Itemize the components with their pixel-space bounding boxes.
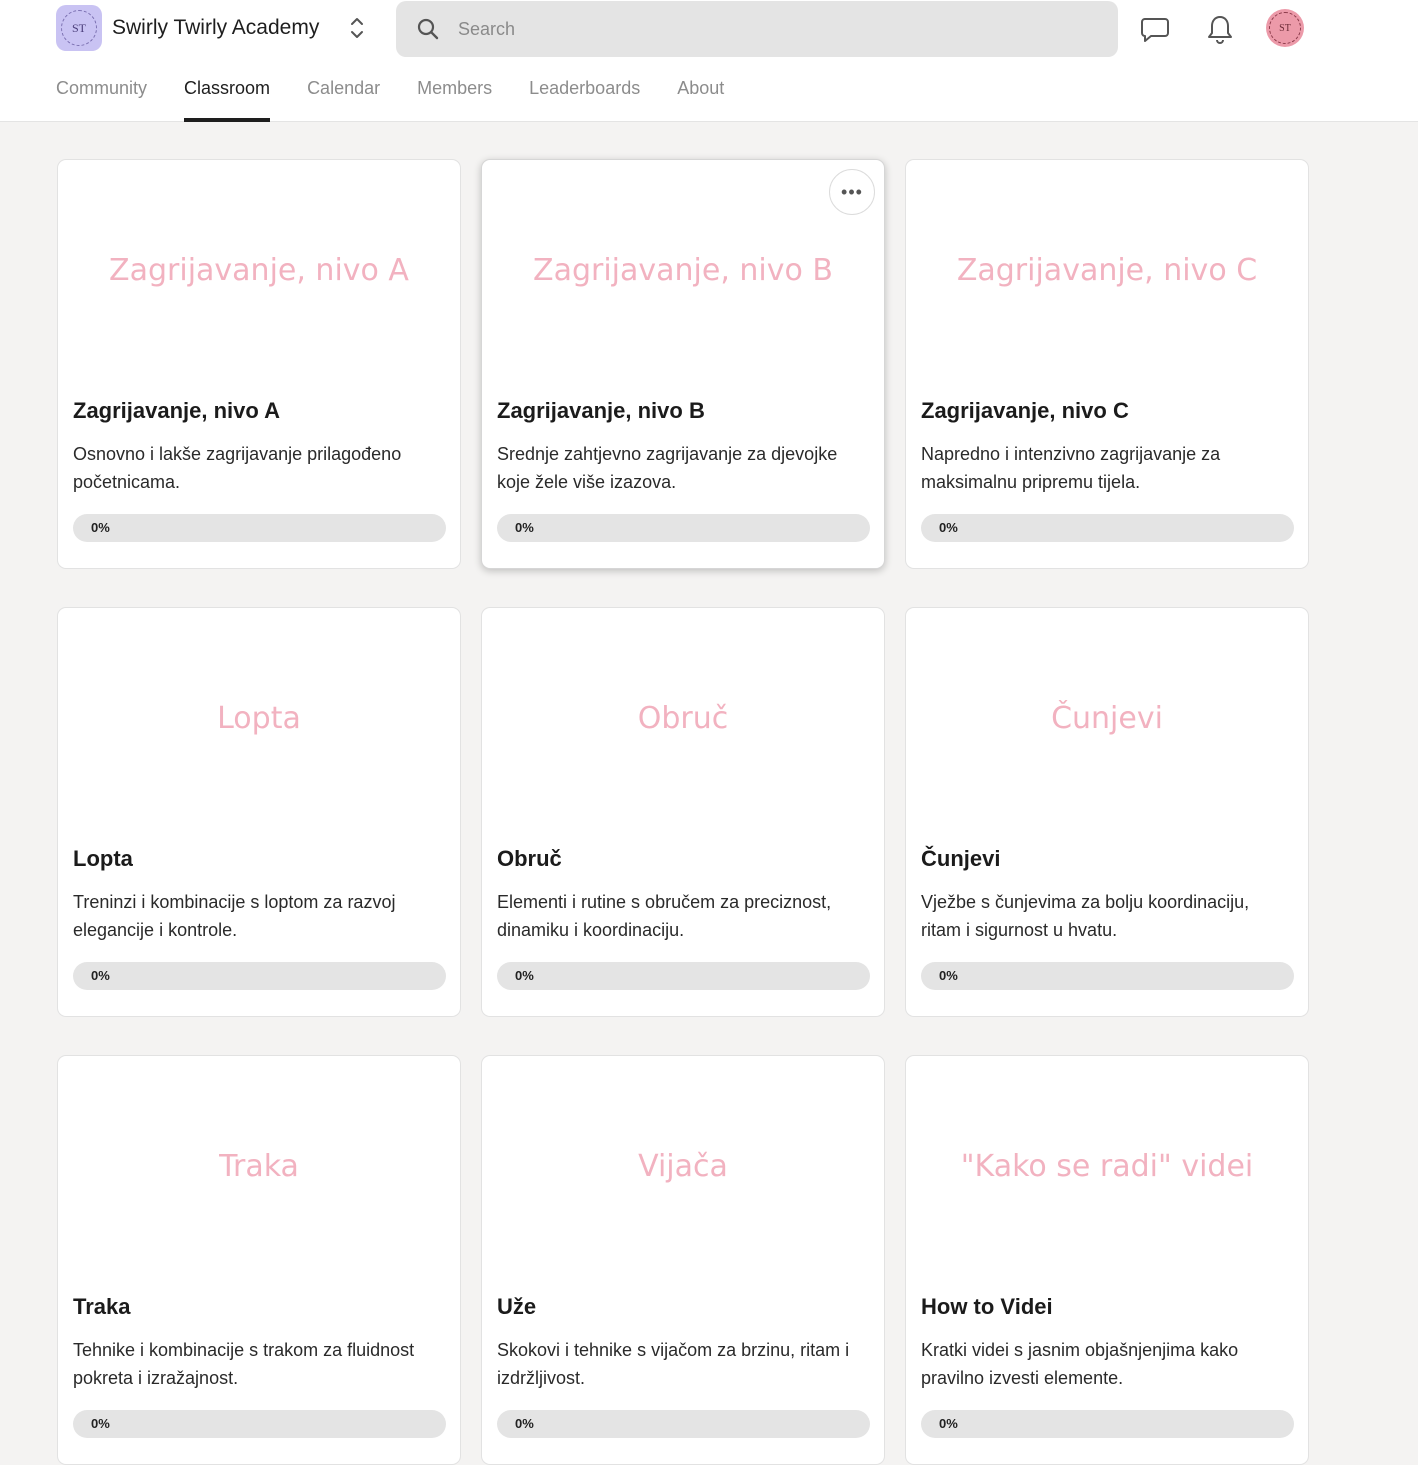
search-bar[interactable]	[396, 1, 1118, 57]
course-description: Vježbe s čunjevima za bolju koordinaciju…	[921, 892, 1250, 940]
avatar-monogram: ST	[1269, 12, 1301, 44]
more-options-icon[interactable]: •••	[829, 169, 875, 215]
course-title: Zagrijavanje, nivo B	[497, 398, 705, 423]
progress-label: 0%	[91, 968, 110, 983]
course-title: Uže	[497, 1294, 537, 1319]
course-card[interactable]: Zagrijavanje, nivo A Zagrijavanje, nivo …	[57, 159, 461, 569]
avatar[interactable]: ST	[1266, 9, 1304, 47]
progress-bar: 0%	[497, 514, 870, 542]
progress-bar: 0%	[73, 962, 446, 990]
progress-bar: 0%	[921, 962, 1294, 990]
progress-label: 0%	[91, 520, 110, 535]
community-name[interactable]: Swirly Twirly Academy	[112, 16, 319, 40]
course-description: Kratki videi s jasnim objašnjenjima kako…	[921, 1340, 1239, 1388]
progress-bar: 0%	[921, 1410, 1294, 1438]
progress-label: 0%	[515, 1416, 534, 1431]
course-cover: Zagrijavanje, nivo B	[533, 252, 833, 288]
progress-label: 0%	[91, 1416, 110, 1431]
progress-label: 0%	[939, 520, 958, 535]
progress-label: 0%	[939, 968, 958, 983]
course-cover: Lopta	[217, 700, 301, 736]
tab-members[interactable]: Members	[417, 74, 492, 122]
course-card[interactable]: Traka Traka Tehnike i kombinacije s trak…	[57, 1055, 461, 1465]
course-description: Srednje zahtjevno zagrijavanje za djevoj…	[497, 444, 838, 492]
progress-label: 0%	[939, 1416, 958, 1431]
course-description: Tehnike i kombinacije s trakom za fluidn…	[73, 1340, 415, 1388]
course-cover: Zagrijavanje, nivo C	[956, 252, 1258, 288]
progress-label: 0%	[515, 520, 534, 535]
brand-switcher[interactable]: ST Swirly Twirly Academy	[56, 5, 365, 51]
progress-bar: 0%	[497, 962, 870, 990]
tab-calendar[interactable]: Calendar	[307, 74, 380, 122]
course-card[interactable]: Čunjevi Čunjevi Vježbe s čunjevima za bo…	[905, 607, 1309, 1017]
progress-bar: 0%	[73, 1410, 446, 1438]
progress-bar: 0%	[73, 514, 446, 542]
bell-icon[interactable]	[1205, 14, 1235, 44]
course-card[interactable]: Obruč Obruč Elementi i rutine s obručem …	[481, 607, 885, 1017]
course-title: Traka	[73, 1294, 131, 1319]
course-cover: Obruč	[637, 700, 729, 736]
chat-icon[interactable]	[1140, 14, 1170, 44]
course-description: Elementi i rutine s obručem za preciznos…	[497, 892, 832, 940]
course-cover: Vijača	[638, 1148, 728, 1184]
course-description: Skokovi i tehnike s vijačom za brzinu, r…	[497, 1340, 850, 1388]
course-title: Zagrijavanje, nivo C	[921, 398, 1129, 423]
tab-community[interactable]: Community	[56, 74, 147, 122]
logo-monogram: ST	[61, 10, 97, 46]
nav-tabs: Community Classroom Calendar Members Lea…	[56, 74, 761, 122]
course-cover: Čunjevi	[1051, 700, 1163, 736]
search-icon	[417, 18, 439, 40]
course-title: Obruč	[497, 846, 562, 871]
course-description: Osnovno i lakše zagrijavanje prilagođeno…	[73, 444, 402, 492]
course-cover: Zagrijavanje, nivo A	[109, 252, 409, 288]
course-title: Čunjevi	[921, 846, 1001, 871]
search-input[interactable]	[458, 18, 1058, 40]
course-title: Lopta	[73, 846, 133, 871]
tab-leaderboards[interactable]: Leaderboards	[529, 74, 640, 122]
progress-label: 0%	[515, 968, 534, 983]
course-title: How to Videi	[921, 1294, 1053, 1319]
course-cover: "Kako se radi" videi	[960, 1148, 1254, 1184]
tab-classroom[interactable]: Classroom	[184, 74, 271, 122]
course-description: Napredno i intenzivno zagrijavanje za ma…	[921, 444, 1221, 492]
course-card[interactable]: Vijača Uže Skokovi i tehnike s vijačom z…	[481, 1055, 885, 1465]
progress-bar: 0%	[921, 514, 1294, 542]
course-grid: Zagrijavanje, nivo A Zagrijavanje, nivo …	[57, 159, 1309, 1465]
course-card[interactable]: Zagrijavanje, nivo C Zagrijavanje, nivo …	[905, 159, 1309, 569]
top-bar: ST Swirly Twirly Academy ST Community	[0, 0, 1418, 122]
chevron-up-down-icon[interactable]	[349, 15, 365, 41]
course-cover: Traka	[219, 1148, 299, 1184]
progress-bar: 0%	[497, 1410, 870, 1438]
course-title: Zagrijavanje, nivo A	[73, 398, 281, 423]
community-logo[interactable]: ST	[56, 5, 102, 51]
course-description: Treninzi i kombinacije s loptom za razvo…	[73, 892, 396, 940]
tab-about[interactable]: About	[677, 74, 724, 122]
course-card[interactable]: Lopta Lopta Treninzi i kombinacije s lop…	[57, 607, 461, 1017]
course-card[interactable]: Zagrijavanje, nivo B ••• Zagrijavanje, n…	[481, 159, 885, 569]
course-card[interactable]: "Kako se radi" videi How to Videi Kratki…	[905, 1055, 1309, 1465]
